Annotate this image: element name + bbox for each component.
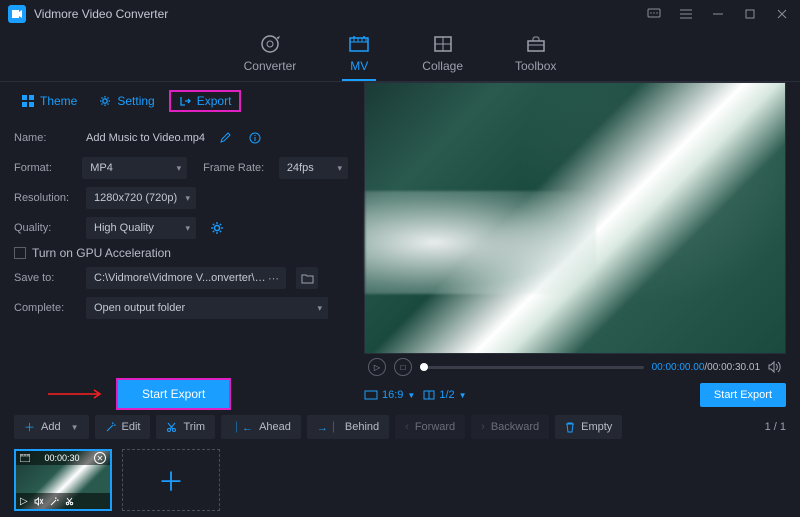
- film-icon: [20, 454, 30, 462]
- subtab-theme[interactable]: Theme: [14, 90, 85, 112]
- complete-select[interactable]: Open output folder: [86, 297, 328, 319]
- open-folder-icon[interactable]: [296, 267, 318, 289]
- minimize-icon[interactable]: [708, 6, 728, 22]
- mv-icon: [348, 33, 370, 55]
- collage-icon: [432, 33, 454, 55]
- format-label: Format:: [14, 162, 72, 174]
- ahead-icon: ｜←: [231, 419, 253, 435]
- tab-mv-label: MV: [350, 59, 368, 73]
- start-export-button[interactable]: Start Export: [116, 378, 231, 410]
- app-title: Vidmore Video Converter: [34, 7, 644, 21]
- gpu-label: Turn on GPU Acceleration: [32, 246, 171, 260]
- saveto-path[interactable]: C:\Vidmore\Vidmore V...onverter\MV Expor…: [86, 267, 286, 289]
- edit-button[interactable]: Edit: [95, 415, 151, 439]
- page-select[interactable]: 1/2 ▼: [423, 389, 466, 401]
- page-indicator: 1 / 1: [765, 421, 786, 433]
- forward-button[interactable]: ‹Forward: [395, 415, 465, 439]
- behind-icon: →｜: [317, 419, 339, 435]
- saveto-label: Save to:: [14, 272, 76, 284]
- time-display: 00:00:00.00/00:00:30.01: [652, 362, 760, 373]
- converter-icon: [259, 33, 281, 55]
- edit-name-icon[interactable]: [215, 132, 235, 144]
- add-button[interactable]: ＋Add▼: [14, 415, 89, 439]
- ahead-button[interactable]: ｜←Ahead: [221, 415, 301, 439]
- tab-converter[interactable]: Converter: [238, 29, 303, 81]
- tab-mv[interactable]: MV: [342, 29, 376, 81]
- backward-button[interactable]: ›Backward: [471, 415, 549, 439]
- close-icon[interactable]: [772, 6, 792, 22]
- seek-track[interactable]: [420, 366, 644, 369]
- remove-clip-icon[interactable]: ✕: [94, 452, 106, 464]
- scissors-icon: [166, 422, 177, 433]
- wand-icon: [105, 422, 116, 433]
- thumbnail-tray: 00:00:30 ✕ ▷ ＋: [0, 444, 800, 516]
- top-nav: Converter MV Collage Toolbox: [0, 28, 800, 82]
- plus-icon: ＋: [24, 419, 35, 435]
- tab-toolbox-label: Toolbox: [515, 59, 556, 73]
- play-button[interactable]: ▷: [368, 358, 386, 376]
- aspect-icon: [364, 390, 378, 400]
- subtab-export[interactable]: Export: [169, 90, 242, 112]
- trim-clip-icon[interactable]: [65, 497, 74, 506]
- name-value: Add Music to Video.mp4: [86, 132, 205, 144]
- gpu-checkbox[interactable]: Turn on GPU Acceleration: [14, 246, 348, 260]
- page-icon: [423, 390, 435, 400]
- checkbox-box: [14, 247, 26, 259]
- clip-duration: 00:00:30: [44, 453, 79, 463]
- name-label: Name:: [14, 132, 76, 144]
- trim-button[interactable]: Trim: [156, 415, 215, 439]
- subtab-theme-label: Theme: [40, 94, 77, 108]
- quality-settings-icon[interactable]: [206, 221, 228, 235]
- chevron-down-icon: ▼: [407, 391, 415, 400]
- start-export-button-right[interactable]: Start Export: [700, 383, 786, 407]
- resolution-select[interactable]: 1280x720 (720p): [86, 187, 196, 209]
- maximize-icon[interactable]: [740, 6, 760, 22]
- tab-toolbox[interactable]: Toolbox: [509, 29, 562, 81]
- edit-clip-icon[interactable]: [50, 497, 59, 506]
- menu-icon[interactable]: [676, 6, 696, 22]
- resolution-label: Resolution:: [14, 192, 76, 204]
- add-clip-button[interactable]: ＋: [122, 449, 220, 511]
- forward-icon: ‹: [405, 421, 409, 433]
- quality-label: Quality:: [14, 222, 76, 234]
- trash-icon: [565, 422, 575, 433]
- quality-select[interactable]: High Quality: [86, 217, 196, 239]
- complete-label: Complete:: [14, 302, 76, 314]
- subtab-export-label: Export: [197, 94, 232, 108]
- arrow-annotation: [46, 388, 106, 400]
- theme-icon: [22, 95, 34, 107]
- preview-pane: [364, 82, 786, 354]
- export-icon: [179, 95, 191, 107]
- play-icon[interactable]: ▷: [20, 496, 28, 507]
- tab-collage[interactable]: Collage: [416, 29, 469, 81]
- tab-converter-label: Converter: [244, 59, 297, 73]
- tab-collage-label: Collage: [422, 59, 463, 73]
- setting-icon: [99, 95, 111, 107]
- framerate-label: Frame Rate:: [203, 162, 269, 174]
- toolbox-icon: [525, 33, 547, 55]
- clip-toolbar: ＋Add▼ Edit Trim ｜←Ahead →｜Behind ‹Forwar…: [0, 410, 800, 444]
- backward-icon: ›: [481, 421, 485, 433]
- framerate-select[interactable]: 24fps: [279, 157, 348, 179]
- format-select[interactable]: MP4: [82, 157, 187, 179]
- clip-thumbnail[interactable]: 00:00:30 ✕ ▷: [14, 449, 112, 511]
- subtab-setting-label: Setting: [117, 94, 154, 108]
- volume-icon[interactable]: [768, 361, 782, 373]
- aspect-ratio-select[interactable]: 16:9 ▼: [364, 389, 415, 401]
- app-logo: [8, 5, 26, 23]
- player-bar: ▷ □ 00:00:00.00/00:00:30.01: [364, 354, 786, 380]
- chevron-down-icon: ▼: [459, 391, 467, 400]
- stop-button[interactable]: □: [394, 358, 412, 376]
- behind-button[interactable]: →｜Behind: [307, 415, 389, 439]
- subtab-setting[interactable]: Setting: [91, 90, 162, 112]
- chat-icon[interactable]: [644, 6, 664, 22]
- info-icon[interactable]: [245, 132, 265, 144]
- titlebar: Vidmore Video Converter: [0, 0, 800, 28]
- mute-icon[interactable]: [34, 497, 44, 506]
- empty-button[interactable]: Empty: [555, 415, 622, 439]
